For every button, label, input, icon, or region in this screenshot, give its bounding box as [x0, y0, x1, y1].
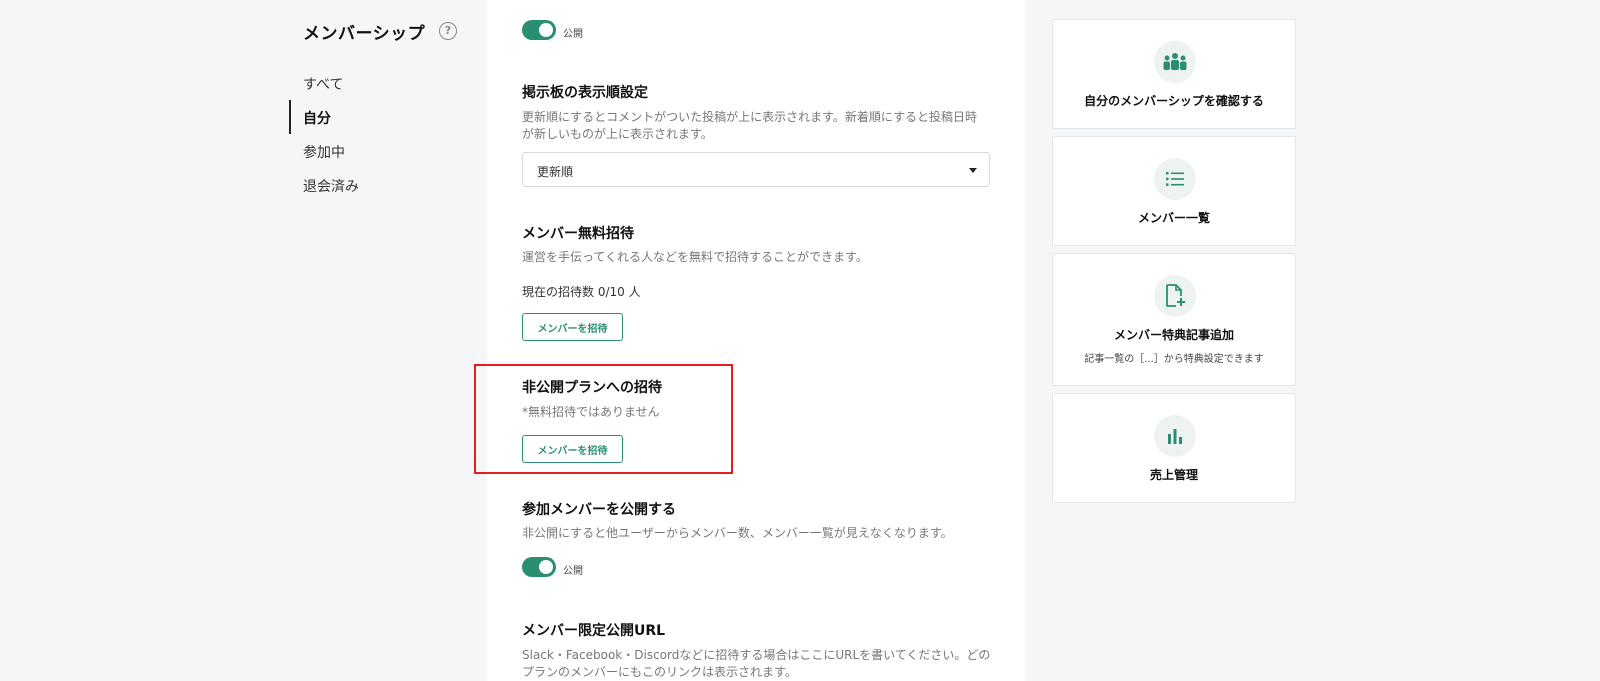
- list-icon: [1154, 158, 1196, 200]
- nav-item-mine[interactable]: 自分: [303, 108, 331, 128]
- card-label: メンバー一覧: [1137, 211, 1210, 225]
- highlight-annotation: [474, 364, 733, 474]
- board-order-selected: 更新順: [537, 165, 574, 179]
- member-url-description-2: プランのメンバーにもこのリンクは表示されます。: [522, 665, 797, 679]
- card-member-list[interactable]: メンバー一覧: [1052, 136, 1296, 246]
- free-invite-count: 現在の招待数 0/10 人: [522, 285, 641, 299]
- card-sublabel: 記事一覧の［...］から特典設定できます: [1084, 354, 1264, 365]
- page-title: メンバーシップ: [303, 24, 426, 44]
- publish-members-toggle[interactable]: [522, 557, 556, 577]
- top-toggle-label: 公開: [563, 29, 583, 40]
- chevron-down-icon: [969, 168, 977, 173]
- publish-members-description: 非公開にすると他ユーザーからメンバー数、メンバー一覧が見えなくなります。: [522, 526, 953, 540]
- publish-members-toggle-label: 公開: [563, 566, 583, 577]
- free-invite-title: メンバー無料招待: [522, 226, 634, 242]
- left-nav: メンバーシップ ? すべて 自分 参加中 退会済み: [0, 0, 487, 681]
- nav-item-joined[interactable]: 参加中: [303, 142, 345, 162]
- card-sales-management[interactable]: 売上管理: [1052, 393, 1296, 503]
- member-url-title: メンバー限定公開URL: [522, 623, 666, 639]
- member-url-description-1: Slack・Facebook・Discordなどに招待する場合はここにURLを書…: [522, 648, 991, 662]
- card-add-benefit-article[interactable]: メンバー特典記事追加 記事一覧の［...］から特典設定できます: [1052, 253, 1296, 386]
- card-label: 自分のメンバーシップを確認する: [1084, 94, 1264, 108]
- add-file-icon: [1154, 275, 1196, 317]
- nav-item-left[interactable]: 退会済み: [303, 176, 359, 196]
- group-icon: [1154, 41, 1196, 83]
- board-order-description-2: が新しいものが上に表示されます。: [522, 127, 713, 141]
- nav-active-indicator: [289, 100, 291, 134]
- card-label: 売上管理: [1149, 468, 1198, 482]
- nav-item-all[interactable]: すべて: [303, 74, 343, 94]
- top-visibility-toggle[interactable]: [522, 20, 556, 40]
- free-invite-description: 運営を手伝ってくれる人などを無料で招待することができます。: [522, 250, 868, 264]
- settings-panel: 公開 掲示板の表示順設定 更新順にするとコメントがついた投稿が上に表示されます。…: [487, 0, 1025, 681]
- card-my-membership[interactable]: 自分のメンバーシップを確認する: [1052, 19, 1296, 129]
- free-invite-button[interactable]: メンバーを招待: [522, 313, 623, 341]
- board-order-title: 掲示板の表示順設定: [522, 85, 648, 101]
- bar-chart-icon: [1154, 415, 1196, 457]
- board-order-description-1: 更新順にするとコメントがついた投稿が上に表示されます。新着順にすると投稿日時: [522, 110, 978, 124]
- question-circle-icon[interactable]: ?: [439, 22, 457, 40]
- card-label: メンバー特典記事追加: [1113, 328, 1234, 342]
- publish-members-title: 参加メンバーを公開する: [522, 502, 676, 518]
- board-order-select[interactable]: 更新順: [522, 152, 990, 187]
